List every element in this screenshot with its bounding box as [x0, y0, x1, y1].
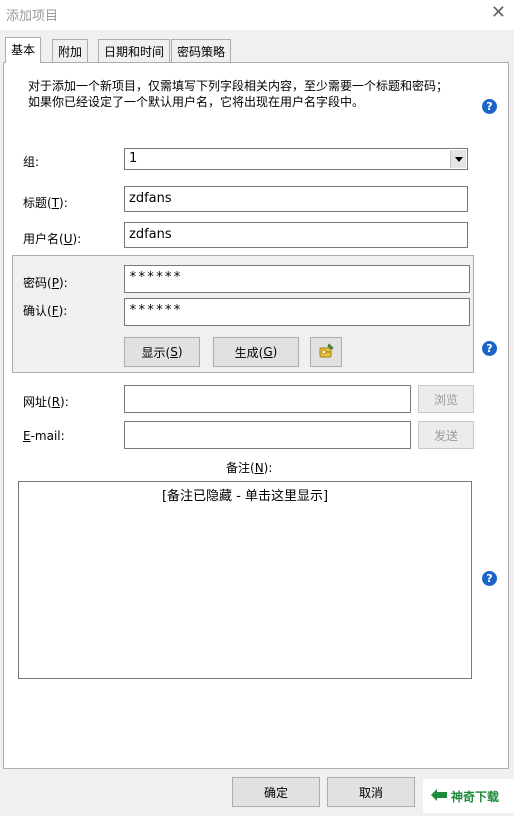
help-icon[interactable]: ? [482, 99, 497, 114]
tab-date-time[interactable]: 日期和时间 [98, 39, 171, 62]
tab-label: 附加 [58, 45, 83, 59]
tab-label: 日期和时间 [104, 45, 165, 59]
title-label: 标题(T): [23, 196, 68, 210]
tab-basic[interactable]: 基本 [5, 37, 42, 63]
password-input[interactable]: ****** [124, 265, 470, 293]
username-label: 用户名(U): [23, 232, 82, 246]
tab-extra[interactable]: 附加 [52, 39, 89, 62]
watermark-logo-icon [431, 788, 447, 805]
tab-label: 基本 [11, 43, 36, 57]
email-label: E-mail: [23, 429, 65, 443]
password-label: 密码(P): [23, 276, 68, 290]
window-title: 添加项目 [6, 9, 59, 24]
help-icon[interactable]: ? [482, 571, 497, 586]
url-label: 网址(R): [23, 395, 69, 409]
password-generator-button[interactable] [310, 337, 342, 367]
password-group: 密码(P): ****** 确认(F): ****** 显示(S) 生成(G) [12, 255, 474, 373]
intro-line-1: 对于添加一个新项目，仅需填写下列字段相关内容，至少需要一个标题和密码； [28, 79, 449, 93]
watermark: 神奇下载 [422, 779, 514, 813]
ok-button[interactable]: 确定 [232, 777, 320, 807]
help-icon[interactable]: ? [482, 341, 497, 356]
intro-line-2: 如果你已经设定了一个默认用户名，它将出现在用户名字段中。 [28, 95, 365, 109]
key-wand-icon [317, 342, 335, 363]
title-input[interactable]: zdfans [124, 186, 468, 212]
watermark-text: 神奇下载 [451, 789, 500, 804]
group-select[interactable]: 1 [124, 148, 468, 170]
url-input[interactable] [124, 385, 411, 413]
notes-hidden-message[interactable]: [备注已隐藏 - 单击这里显示] [19, 485, 471, 504]
generate-password-button[interactable]: 生成(G) [213, 337, 299, 367]
title-bar: 添加项目 ✕ [0, 0, 514, 30]
confirm-input[interactable]: ****** [124, 298, 470, 326]
confirm-label: 确认(F): [23, 304, 68, 318]
notes-label: 备注(N): [226, 461, 273, 475]
cancel-button[interactable]: 取消 [327, 777, 415, 807]
group-select-value: 1 [129, 151, 138, 166]
chevron-down-icon[interactable] [450, 150, 466, 168]
add-item-dialog: 添加项目 ✕ 基本 附加 日期和时间 密码策略 对于添加一个新项目，仅需填写下列… [0, 0, 514, 816]
group-label: 组: [23, 155, 40, 169]
browse-button[interactable]: 浏览 [418, 385, 474, 413]
username-input[interactable]: zdfans [124, 222, 468, 248]
email-input[interactable] [124, 421, 411, 449]
send-button[interactable]: 发送 [418, 421, 474, 449]
tab-label: 密码策略 [177, 45, 226, 59]
notes-textarea[interactable]: [备注已隐藏 - 单击这里显示] [18, 481, 472, 679]
tab-password-policy[interactable]: 密码策略 [171, 39, 232, 62]
close-icon[interactable]: ✕ [491, 2, 506, 23]
show-password-button[interactable]: 显示(S) [124, 337, 200, 367]
